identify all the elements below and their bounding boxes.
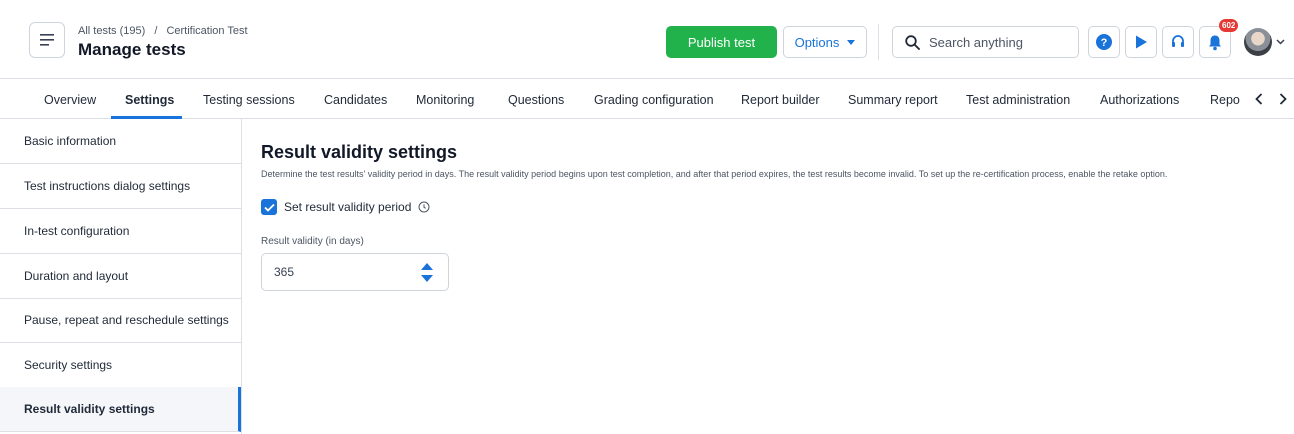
sidebar-item-pause-repeat-reschedule[interactable]: Pause, repeat and reschedule settings: [0, 298, 241, 343]
user-avatar[interactable]: [1244, 28, 1272, 56]
tab-settings[interactable]: Settings: [125, 80, 174, 119]
sidebar-item-test-instructions[interactable]: Test instructions dialog settings: [0, 164, 241, 209]
help-button[interactable]: ?: [1088, 26, 1120, 58]
sidebar-item-security-settings[interactable]: Security settings: [0, 343, 241, 388]
increment-arrow-icon[interactable]: [421, 263, 433, 270]
tab-monitoring[interactable]: Monitoring: [416, 80, 474, 119]
tab-summary-report[interactable]: Summary report: [848, 80, 938, 119]
section-title: Result validity settings: [261, 142, 458, 162]
tab-test-administration[interactable]: Test administration: [966, 80, 1070, 119]
search-box[interactable]: [892, 26, 1079, 58]
play-icon: [1136, 35, 1147, 49]
caret-down-icon: [847, 39, 856, 45]
tab-bar: Overview Settings Testing sessions Candi…: [0, 80, 1294, 119]
scroll-tabs-right-button[interactable]: [1275, 91, 1291, 107]
search-icon: [905, 34, 920, 50]
breadcrumb-separator: /: [154, 25, 158, 37]
tab-testing-sessions[interactable]: Testing sessions: [203, 80, 295, 119]
sidebar-item-basic-information[interactable]: Basic information: [0, 119, 241, 164]
breadcrumb-parent-link[interactable]: All tests (195): [78, 25, 145, 37]
options-label: Options: [794, 34, 840, 50]
section-description: Determine the test results' validity per…: [261, 169, 1168, 179]
tab-candidates[interactable]: Candidates: [324, 80, 387, 119]
tab-report-builder[interactable]: Report builder: [741, 80, 820, 119]
preview-button[interactable]: [1125, 26, 1157, 58]
support-button[interactable]: [1162, 26, 1194, 58]
chevron-left-icon: [1255, 93, 1263, 105]
publish-test-button[interactable]: Publish test: [666, 26, 777, 58]
breadcrumb: All tests (195) / Certification Test: [78, 25, 248, 37]
menu-button[interactable]: [29, 22, 65, 58]
result-validity-input[interactable]: [274, 254, 404, 290]
tab-grading-configuration[interactable]: Grading configuration: [594, 80, 714, 119]
quantity-stepper[interactable]: [421, 263, 433, 283]
result-validity-field: [261, 253, 449, 291]
tab-reports-clip: Reports: [1205, 80, 1240, 119]
settings-sidebar: Basic information Test instructions dial…: [0, 119, 242, 434]
validity-checkbox-row: Set result validity period: [261, 199, 430, 215]
headset-icon: [1172, 35, 1184, 47]
options-dropdown-button[interactable]: Options: [783, 26, 867, 58]
scroll-tabs-left-button[interactable]: [1251, 91, 1267, 107]
notifications-count-badge: 602: [1219, 19, 1239, 32]
set-validity-checkbox[interactable]: [261, 199, 277, 215]
checkmark-icon: [263, 203, 275, 212]
sidebar-item-result-validity[interactable]: Result validity settings: [0, 387, 241, 432]
tab-overview[interactable]: Overview: [44, 80, 96, 119]
chevron-down-icon[interactable]: [1276, 39, 1285, 45]
info-icon[interactable]: [418, 201, 430, 213]
tab-reports[interactable]: Reports: [1210, 80, 1240, 119]
search-input[interactable]: [929, 34, 1069, 50]
set-validity-label[interactable]: Set result validity period: [284, 200, 411, 214]
svg-text:?: ?: [1101, 37, 1108, 49]
bell-icon: [1209, 35, 1221, 50]
menu-icon: [40, 34, 54, 46]
chevron-right-icon: [1279, 93, 1287, 105]
tab-authorizations[interactable]: Authorizations: [1100, 80, 1179, 119]
tab-questions[interactable]: Questions: [508, 80, 564, 119]
sidebar-item-in-test-configuration[interactable]: In-test configuration: [0, 209, 241, 254]
breadcrumb-current[interactable]: Certification Test: [166, 25, 247, 37]
sidebar-item-duration-layout[interactable]: Duration and layout: [0, 254, 241, 299]
result-validity-field-label: Result validity (in days): [261, 236, 364, 247]
top-header: All tests (195) / Certification Test Man…: [0, 0, 1294, 79]
decrement-arrow-icon[interactable]: [421, 275, 433, 282]
header-divider: [878, 24, 879, 60]
page-title: Manage tests: [78, 40, 186, 59]
help-icon: ?: [1096, 34, 1112, 50]
